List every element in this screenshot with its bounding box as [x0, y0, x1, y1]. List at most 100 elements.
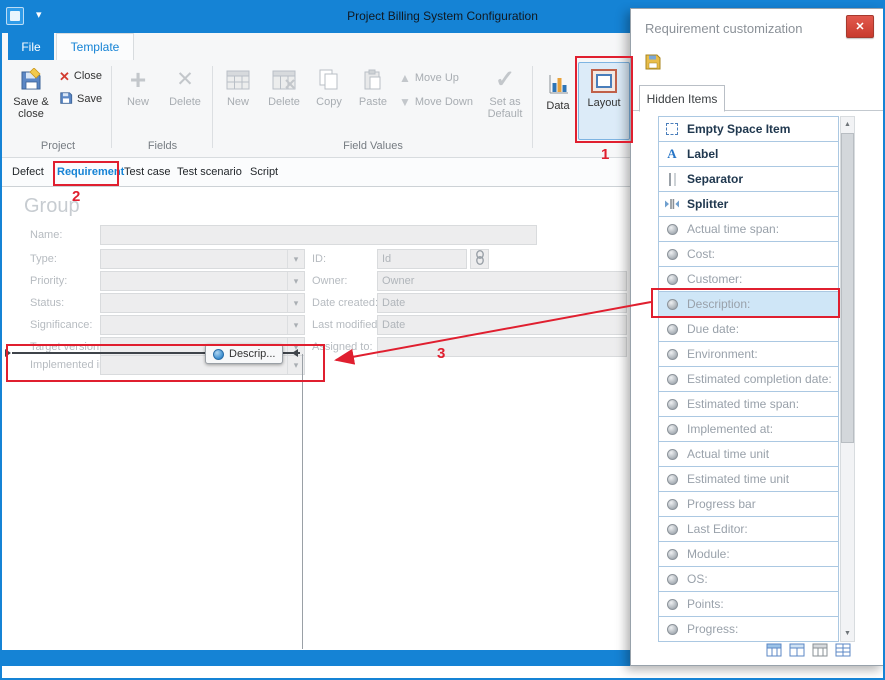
move-up-icon: ▲ [399, 71, 411, 85]
hidden-item-module[interactable]: Module: [658, 541, 839, 567]
tab-test-scenario[interactable]: Test scenario [177, 158, 242, 186]
hidden-item-description[interactable]: Description: [658, 291, 839, 317]
data-chart-icon [547, 71, 569, 97]
scroll-down-icon: ▼ [844, 630, 851, 637]
fields-new-button[interactable]: + New [116, 62, 160, 136]
tab-defect[interactable]: Defect [12, 158, 44, 186]
hidden-item-label: Actual time unit [687, 447, 769, 461]
fields-delete-button[interactable]: ✕ Delete [162, 62, 208, 136]
tab-requirement[interactable]: Requirement [57, 158, 124, 186]
panel-save-button[interactable] [643, 53, 663, 73]
scroll-up-button[interactable]: ▲ [841, 117, 854, 132]
paste-button[interactable]: Paste [352, 62, 394, 136]
panel-bottom-icons [766, 643, 851, 660]
hidden-item-label[interactable]: ALabel [658, 141, 839, 167]
sphere-icon [664, 474, 680, 485]
annotation-step-2: 2 [72, 188, 80, 205]
chevron-down-icon[interactable]: ▾ [287, 250, 304, 268]
significance-dropdown[interactable]: ▾ [100, 315, 305, 335]
empty-space-icon [664, 123, 680, 135]
field-values-delete-button[interactable]: Delete [262, 62, 306, 136]
panel-close-button[interactable]: ✕ [846, 15, 874, 38]
layout-button[interactable]: Layout [578, 62, 630, 140]
hidden-item-environment[interactable]: Environment: [658, 341, 839, 367]
move-down-button[interactable]: ▼ Move Down [396, 92, 492, 112]
field-values-new-label: New [227, 96, 249, 108]
link-button[interactable] [470, 249, 489, 269]
hidden-items-scrollbar[interactable]: ▲ ▼ [840, 116, 855, 642]
table-grid-icon[interactable] [812, 643, 828, 660]
implemented-in-label: Implemented in: [30, 359, 108, 371]
tab-template[interactable]: Template [56, 33, 134, 60]
table-grid-icon[interactable] [766, 643, 782, 660]
dragged-description-item[interactable]: Descrip... [205, 344, 283, 364]
hidden-item-label: Progress bar [687, 497, 756, 511]
hidden-item-estimated-time-unit[interactable]: Estimated time unit [658, 466, 839, 492]
chevron-down-icon[interactable]: ▾ [287, 272, 304, 290]
tab-file[interactable]: File [8, 33, 54, 60]
id-field[interactable]: Id [377, 249, 467, 269]
hidden-item-points[interactable]: Points: [658, 591, 839, 617]
sphere-icon [664, 274, 680, 285]
field-values-new-button[interactable]: New [216, 62, 260, 136]
sphere-icon [664, 424, 680, 435]
set-as-default-button[interactable]: ✓ Set as Default [480, 62, 530, 136]
scroll-down-button[interactable]: ▼ [841, 626, 854, 641]
hidden-item-splitter[interactable]: Splitter [658, 191, 839, 217]
hidden-item-estimated-time-span[interactable]: Estimated time span: [658, 391, 839, 417]
hidden-item-label: Actual time span: [687, 222, 779, 236]
table-grid-icon[interactable] [835, 643, 851, 660]
sphere-icon [664, 499, 680, 510]
tab-hidden-items[interactable]: Hidden Items [639, 85, 725, 112]
hidden-item-due-date[interactable]: Due date: [658, 316, 839, 342]
save-button[interactable]: Save [56, 89, 110, 109]
delete-x-icon: ✕ [176, 67, 194, 93]
date-created-field[interactable]: Date [377, 293, 627, 313]
hidden-item-progress[interactable]: Progress: [658, 616, 839, 642]
ribbon-group-field-values: New Delete Copy Paste ▲ [214, 62, 532, 154]
copy-button[interactable]: Copy [308, 62, 350, 136]
hidden-item-os[interactable]: OS: [658, 566, 839, 592]
status-dropdown[interactable]: ▾ [100, 293, 305, 313]
hidden-item-label: Description: [687, 297, 750, 311]
chevron-down-icon[interactable]: ▾ [287, 316, 304, 334]
hidden-item-progress-bar[interactable]: Progress bar [658, 491, 839, 517]
move-up-button[interactable]: ▲ Move Up [396, 68, 486, 88]
name-label: Name: [30, 229, 62, 241]
scrollbar-thumb[interactable] [841, 133, 854, 443]
tab-test-case[interactable]: Test case [124, 158, 170, 186]
assigned-to-label: Assigned to: [312, 341, 373, 353]
sphere-icon [664, 399, 680, 410]
hidden-item-label: Estimated time unit [687, 472, 789, 486]
close-icon: ✕ [855, 20, 864, 33]
hidden-item-implemented-at[interactable]: Implemented at: [658, 416, 839, 442]
save-and-close-button[interactable]: Save & close [8, 62, 54, 136]
data-button[interactable]: Data [538, 66, 578, 128]
hidden-item-actual-time-unit[interactable]: Actual time unit [658, 441, 839, 467]
last-modified-field[interactable]: Date [377, 315, 627, 335]
hidden-item-actual-time-span[interactable]: Actual time span: [658, 216, 839, 242]
hidden-item-cost[interactable]: Cost: [658, 241, 839, 267]
owner-label: Owner: [312, 275, 347, 287]
close-icon: ✕ [59, 70, 70, 83]
paste-label: Paste [359, 96, 387, 108]
hidden-item-label: Environment: [687, 347, 758, 361]
priority-dropdown[interactable]: ▾ [100, 271, 305, 291]
table-grid-icon[interactable] [789, 643, 805, 660]
type-dropdown[interactable]: ▾ [100, 249, 305, 269]
tab-script[interactable]: Script [250, 158, 278, 186]
chevron-down-icon[interactable]: ▾ [287, 294, 304, 312]
hidden-item-separator[interactable]: Separator [658, 166, 839, 192]
name-field[interactable] [100, 225, 537, 245]
sphere-icon [664, 524, 680, 535]
hidden-item-estimated-completion-date[interactable]: Estimated completion date: [658, 366, 839, 392]
hidden-item-customer[interactable]: Customer: [658, 266, 839, 292]
assigned-to-field[interactable] [377, 337, 627, 357]
sphere-icon [664, 374, 680, 385]
hidden-item-last-editor[interactable]: Last Editor: [658, 516, 839, 542]
close-button[interactable]: ✕ Close [56, 66, 110, 86]
owner-field[interactable]: Owner [377, 271, 627, 291]
sphere-icon [664, 224, 680, 235]
paste-icon [362, 67, 384, 93]
hidden-item-empty-space-item[interactable]: Empty Space Item [658, 116, 839, 142]
